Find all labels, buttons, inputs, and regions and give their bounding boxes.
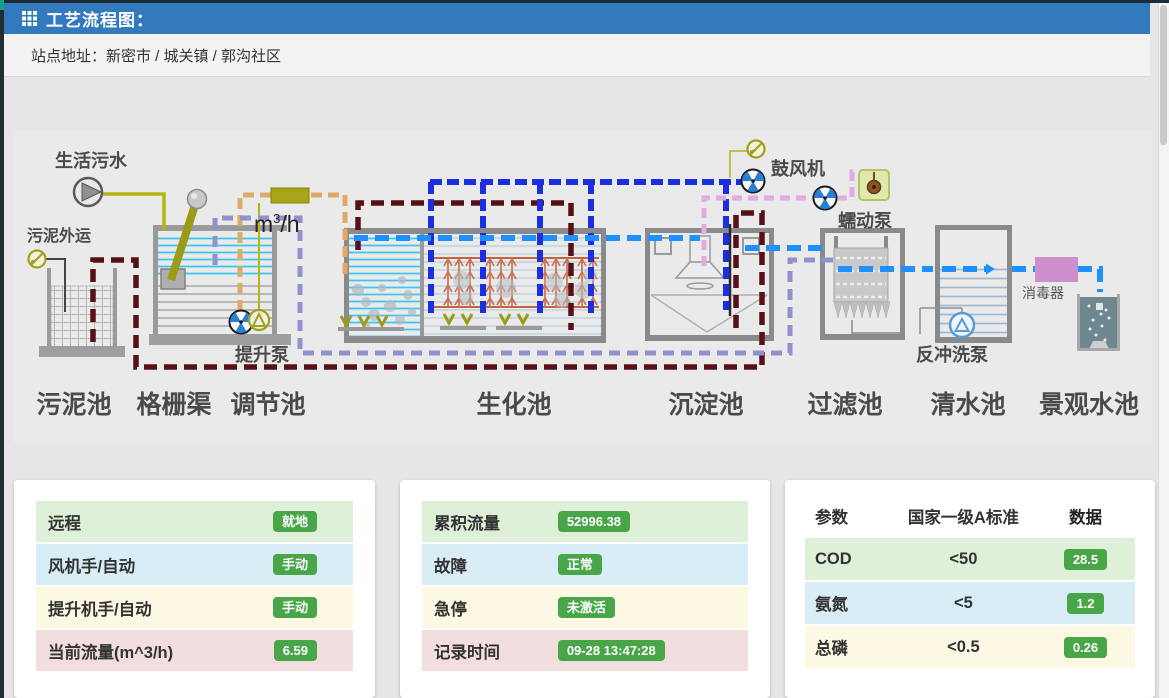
col-header-param: 参数 bbox=[805, 504, 891, 528]
row-label: 记录时间 bbox=[434, 639, 558, 663]
row-label: 故障 bbox=[434, 553, 558, 577]
status-row: 故障 正常 bbox=[422, 544, 748, 587]
tank-sludge-pool bbox=[39, 259, 125, 357]
param-name: 总磷 bbox=[805, 635, 891, 659]
status-badge: 未激活 bbox=[558, 597, 615, 618]
disinfector-box bbox=[1035, 257, 1078, 282]
label-peristaltic-pump: 蠕动泵 bbox=[838, 211, 892, 231]
value-badge: 0.26 bbox=[1064, 637, 1107, 658]
sidebar-accent bbox=[0, 0, 4, 10]
table-row: 总磷 <0.5 0.26 bbox=[805, 626, 1135, 670]
page-header: 工艺流程图： bbox=[4, 3, 1150, 34]
param-name: COD bbox=[805, 550, 891, 569]
status-badge: 6.59 bbox=[274, 640, 317, 661]
label-blower: 鼓风机 bbox=[771, 158, 825, 179]
param-standard: <5 bbox=[891, 594, 1036, 613]
tank-landscape-pool bbox=[1077, 294, 1120, 351]
top-border-strip bbox=[0, 0, 1169, 3]
table-row: 氨氮 <5 1.2 bbox=[805, 582, 1135, 626]
status-badge: 手动 bbox=[273, 597, 317, 618]
water-quality-panel: 参数 国家一级A标准 数据 COD <50 28.5 氨氮 <5 1.2 总磷 … bbox=[785, 480, 1155, 698]
status-row: 记录时间 09-28 13:47:28 bbox=[422, 630, 748, 673]
tank-label-filter: 过滤池 bbox=[807, 391, 882, 419]
status-row: 急停 未激活 bbox=[422, 587, 748, 630]
control-status-panel: 远程 就地 风机手/自动 手动 提升机手/自动 手动 当前流量(m^3/h) 6… bbox=[14, 480, 375, 698]
backwash-pump-icon bbox=[950, 313, 974, 337]
tank-label-grid-channel: 格栅渠 bbox=[136, 390, 211, 419]
sludge-out-valve-icon bbox=[29, 251, 46, 268]
label-backwash-pump: 反冲洗泵 bbox=[916, 344, 988, 365]
status-row: 提升机手/自动 手动 bbox=[36, 587, 353, 630]
row-label: 累积流量 bbox=[434, 510, 558, 534]
page-title: 工艺流程图： bbox=[46, 6, 154, 31]
site-address: 站点地址：新密市 / 城关镇 / 郭沟社区 bbox=[31, 45, 281, 66]
tank-label-biochemical: 生化池 bbox=[476, 391, 551, 419]
label-inflow: 生活污水 bbox=[55, 150, 128, 171]
row-label: 远程 bbox=[48, 510, 273, 534]
status-row: 风机手/自动 手动 bbox=[36, 544, 353, 587]
param-standard: <50 bbox=[891, 550, 1036, 569]
table-row: COD <50 28.5 bbox=[805, 538, 1135, 582]
value-badge: 28.5 bbox=[1064, 549, 1107, 570]
status-badge: 手动 bbox=[273, 554, 317, 575]
lift-pump-valve-icon bbox=[249, 310, 269, 330]
peristaltic-pump-device bbox=[859, 170, 889, 200]
vertical-scrollbar[interactable] bbox=[1158, 3, 1169, 698]
status-badge: 就地 bbox=[273, 511, 317, 532]
inflow-pipe bbox=[102, 194, 164, 230]
status-row: 累积流量 52996.38 bbox=[422, 501, 748, 544]
label-disinfector: 消毒器 bbox=[1022, 285, 1064, 301]
row-label: 风机手/自动 bbox=[48, 553, 273, 577]
flow-meter bbox=[271, 188, 309, 203]
tank-label-landscape-pool: 景观水池 bbox=[1039, 391, 1139, 419]
tank-sedimentation bbox=[645, 224, 774, 341]
col-header-standard: 国家一级A标准 bbox=[891, 504, 1036, 528]
breadcrumb: 站点地址：新密市 / 城关镇 / 郭沟社区 bbox=[4, 34, 1150, 77]
sidebar-collapsed-strip bbox=[0, 0, 4, 698]
col-header-data: 数据 bbox=[1036, 504, 1135, 528]
grid-icon bbox=[22, 11, 37, 26]
peristaltic-pump-fan-icon bbox=[811, 187, 836, 213]
status-badge: 正常 bbox=[558, 554, 602, 575]
blower-valve-icon bbox=[748, 141, 765, 158]
status-row: 远程 就地 bbox=[36, 501, 353, 544]
value-badge: 1.2 bbox=[1067, 593, 1103, 614]
tank-biochemical bbox=[338, 228, 606, 343]
tank-label-clear-water: 清水池 bbox=[930, 391, 1005, 419]
status-badge: 09-28 13:47:28 bbox=[558, 640, 665, 661]
tank-label-sludge-pool: 污泥池 bbox=[36, 391, 111, 419]
row-label: 当前流量(m^3/h) bbox=[48, 639, 274, 663]
blower-fan-icon bbox=[739, 170, 764, 196]
row-label: 急停 bbox=[434, 596, 558, 620]
status-row: 当前流量(m^3/h) 6.59 bbox=[36, 630, 353, 673]
runtime-status-panel: 累积流量 52996.38 故障 正常 急停 未激活 记录时间 09-28 13… bbox=[400, 480, 770, 698]
param-standard: <0.5 bbox=[891, 638, 1036, 657]
label-sludge-out: 污泥外运 bbox=[27, 226, 91, 245]
param-name: 氨氮 bbox=[805, 591, 891, 615]
status-badge: 52996.38 bbox=[558, 511, 630, 532]
tank-filter bbox=[820, 228, 905, 340]
table-header: 参数 国家一级A标准 数据 bbox=[805, 494, 1135, 538]
process-flow-diagram: 生活污水 污泥外运 提升泵 鼓风机 蠕动泵 反冲洗泵 消毒器 m3/h 污泥池 … bbox=[14, 130, 1152, 443]
tank-label-sedimentation: 沉淀池 bbox=[668, 390, 743, 419]
tank-label-regulation: 调节池 bbox=[230, 390, 305, 419]
filter-media-teeth bbox=[834, 302, 890, 318]
inflow-pump-icon bbox=[74, 178, 102, 206]
scrollbar-thumb[interactable] bbox=[1160, 5, 1167, 145]
row-label: 提升机手/自动 bbox=[48, 596, 273, 620]
label-lift-pump: 提升泵 bbox=[235, 344, 289, 365]
